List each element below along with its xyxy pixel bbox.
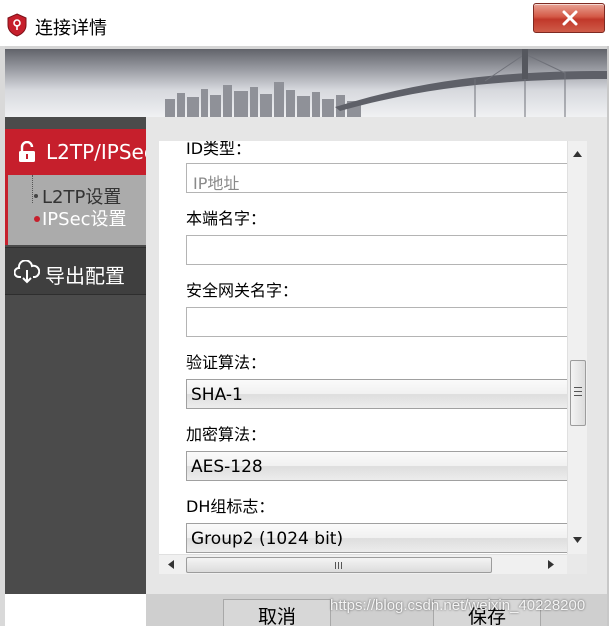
bullet-icon <box>34 216 40 222</box>
bullet-icon <box>34 194 38 198</box>
cloud-download-icon <box>14 260 40 284</box>
gateway-name-label: 安全网关名字： <box>186 281 299 300</box>
encryption-algorithm-select[interactable]: AES-128 <box>186 451 567 481</box>
cancel-button[interactable]: 取消 <box>223 599 331 626</box>
horizontal-scrollbar[interactable] <box>159 554 567 574</box>
horizontal-scroll-thumb[interactable] <box>186 557 492 573</box>
tree-connector <box>32 175 33 203</box>
dh-group-label: DH组标志： <box>186 497 275 516</box>
scroll-down-icon[interactable] <box>573 537 582 543</box>
close-button[interactable] <box>533 3 605 33</box>
close-icon <box>562 10 578 26</box>
vertical-scrollbar[interactable] <box>567 141 587 554</box>
dh-group-select[interactable]: Group2 (1024 bit) <box>186 523 567 553</box>
city-bridge-illustration <box>165 49 607 117</box>
scroll-left-icon[interactable] <box>168 560 174 569</box>
content-area: ID类型： IP地址 本端名字： 安全网关名字： 验证算法： SHA-1 加密算… <box>146 117 607 594</box>
sidebar: L2TP/IPSec L2TP设置 IPSec设置 导出配置 <box>5 117 146 594</box>
id-type-label: ID类型： <box>186 141 252 158</box>
settings-form: ID类型： IP地址 本端名字： 安全网关名字： 验证算法： SHA-1 加密算… <box>159 141 567 571</box>
local-name-field[interactable] <box>186 235 567 265</box>
vertical-scroll-thumb[interactable] <box>570 360 586 426</box>
shield-icon <box>7 13 27 37</box>
title-bar: 连接详情 <box>0 0 609 46</box>
watermark: https://blog.csdn.net/weixin_40228200 <box>330 597 586 614</box>
encryption-algorithm-label: 加密算法： <box>186 425 267 444</box>
header-banner <box>5 49 607 117</box>
sidebar-item-export[interactable]: 导出配置 <box>5 247 146 295</box>
gateway-name-field[interactable] <box>186 307 567 337</box>
id-type-field[interactable]: IP地址 <box>186 163 567 193</box>
auth-algorithm-select[interactable]: SHA-1 <box>186 379 567 409</box>
scroll-right-icon[interactable] <box>548 560 554 569</box>
window-title: 连接详情 <box>35 18 107 39</box>
sidebar-item-label: L2TP/IPSec <box>46 140 146 164</box>
scroll-up-icon[interactable] <box>573 151 582 157</box>
auth-algorithm-label: 验证算法： <box>186 353 267 372</box>
sidebar-subnav: L2TP设置 IPSec设置 <box>5 175 146 245</box>
scrollbar-corner <box>567 554 587 574</box>
sidebar-item-label: 导出配置 <box>45 264 125 288</box>
sidebar-item-l2tp-ipsec[interactable]: L2TP/IPSec <box>5 129 146 175</box>
sidebar-subitem-ipsec-settings[interactable]: IPSec设置 <box>42 205 127 231</box>
local-name-label: 本端名字： <box>186 209 267 228</box>
unlock-icon <box>19 141 35 162</box>
